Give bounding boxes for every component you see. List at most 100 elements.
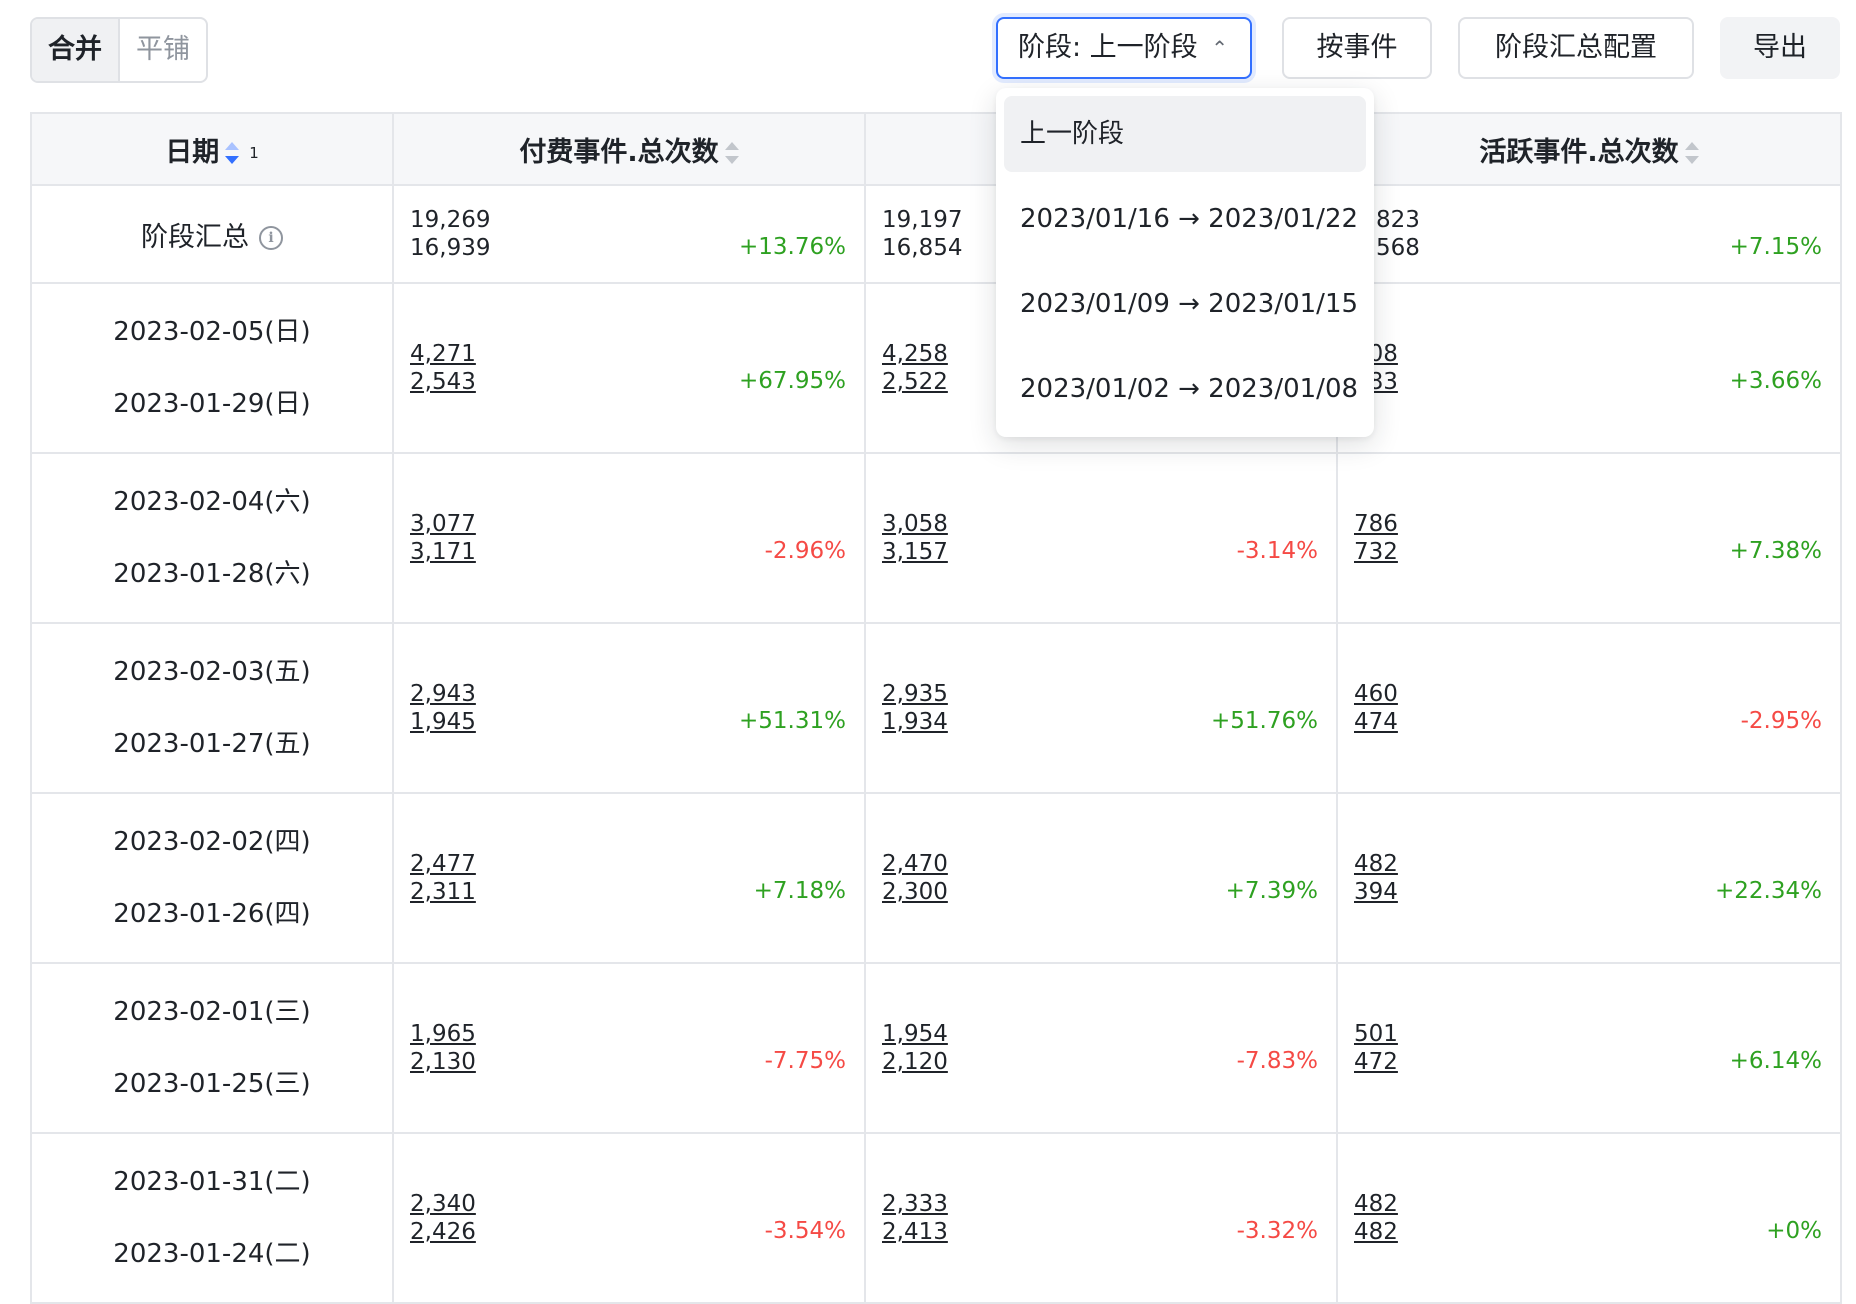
current-value: 19,269 xyxy=(410,207,491,233)
previous-value-link[interactable]: 732 xyxy=(1354,538,1398,566)
date-cell: 2023-02-01(三) 2023-01-25(三) xyxy=(30,962,394,1134)
value-cell: 2,477 2,311 +7.18% xyxy=(392,792,866,964)
value-cell: 482 482 +0% xyxy=(1336,1132,1842,1304)
stage-selector-label: 阶段: 上一阶段 xyxy=(1018,32,1198,63)
table-row: 2023-02-04(六) 2023-01-28(六) 3,077 3,171 -2.9… xyxy=(30,452,1842,624)
change-percent: +7.15% xyxy=(1729,234,1822,260)
current-value-link[interactable]: 3,058 xyxy=(882,510,948,538)
export-button[interactable]: 导出 xyxy=(1720,17,1840,79)
change-percent: +22.34% xyxy=(1715,878,1822,904)
current-value-link[interactable]: 2,943 xyxy=(410,680,476,708)
current-value-link[interactable]: 2,477 xyxy=(410,850,476,878)
previous-value-link[interactable]: 3,157 xyxy=(882,538,948,566)
previous-date: 2023-01-25(三) xyxy=(113,1069,311,1099)
sort-index: 1 xyxy=(249,144,259,162)
previous-value-link[interactable]: 3,171 xyxy=(410,538,476,566)
date-cell: 2023-01-31(二) 2023-01-24(二) xyxy=(30,1132,394,1304)
stage-option-range[interactable]: 2023/01/02 → 2023/01/08 xyxy=(1004,351,1366,427)
previous-value-link[interactable]: 2,130 xyxy=(410,1048,476,1076)
current-date: 2023-02-05(日) xyxy=(113,317,311,347)
current-value-link[interactable]: 2,333 xyxy=(882,1190,948,1218)
previous-date: 2023-01-26(四) xyxy=(113,899,311,929)
change-percent: -7.83% xyxy=(1236,1048,1318,1074)
previous-value-link[interactable]: 472 xyxy=(1354,1048,1398,1076)
current-value-link[interactable]: 1,965 xyxy=(410,1020,476,1048)
change-percent: +7.39% xyxy=(1225,878,1318,904)
current-value-link[interactable]: 482 xyxy=(1354,1190,1398,1218)
current-value-link[interactable]: 2,340 xyxy=(410,1190,476,1218)
change-percent: +3.66% xyxy=(1729,368,1822,394)
change-percent: -2.95% xyxy=(1740,708,1822,734)
value-cell: 1,965 2,130 -7.75% xyxy=(392,962,866,1134)
sort-icon[interactable] xyxy=(1684,140,1699,166)
previous-value-link[interactable]: 2,543 xyxy=(410,368,476,396)
value-cell: 786 732 +7.38% xyxy=(1336,452,1842,624)
date-cell: 2023-02-05(日) 2023-01-29(日) xyxy=(30,282,394,454)
previous-value-link[interactable]: 1,934 xyxy=(882,708,948,736)
previous-value-link[interactable]: 2,120 xyxy=(882,1048,948,1076)
previous-date: 2023-01-29(日) xyxy=(113,389,311,419)
stage-option-range[interactable]: 2023/01/16 → 2023/01/22 xyxy=(1004,181,1366,257)
previous-value: 16,854 xyxy=(882,235,963,261)
active-event-header[interactable]: 活跃事件.总次数 xyxy=(1336,112,1842,186)
previous-date: 2023-01-28(六) xyxy=(113,559,311,589)
view-mode-toggle: 合并 平铺 xyxy=(30,17,208,83)
previous-value-link[interactable]: 394 xyxy=(1354,878,1398,906)
value-cell: 2,340 2,426 -3.54% xyxy=(392,1132,866,1304)
previous-value-link[interactable]: 2,522 xyxy=(882,368,948,396)
previous-date: 2023-01-24(二) xyxy=(113,1239,311,1269)
merge-mode-button[interactable]: 合并 xyxy=(32,19,118,81)
previous-value-link[interactable]: 2,300 xyxy=(882,878,948,906)
previous-value-link[interactable]: 2,426 xyxy=(410,1218,476,1246)
change-percent: -3.54% xyxy=(764,1218,846,1244)
value-cell: 2,943 1,945 +51.31% xyxy=(392,622,866,794)
table-row: 2023-02-02(四) 2023-01-26(四) 2,477 2,311 +7.1… xyxy=(30,792,1842,964)
stage-config-button[interactable]: 阶段汇总配置 xyxy=(1458,17,1694,79)
change-percent: +6.14% xyxy=(1729,1048,1822,1074)
previous-value: 16,939 xyxy=(410,235,491,261)
summary-cell: 19,269 16,939 +13.76% xyxy=(392,184,866,284)
change-percent: +51.76% xyxy=(1211,708,1318,734)
current-value-link[interactable]: 4,271 xyxy=(410,340,476,368)
change-percent: -2.96% xyxy=(764,538,846,564)
value-cell: 3,077 3,171 -2.96% xyxy=(392,452,866,624)
stage-option-previous[interactable]: 上一阶段 xyxy=(1004,96,1366,172)
date-header[interactable]: 日期 1 xyxy=(30,112,394,186)
previous-value-link[interactable]: 2,311 xyxy=(410,878,476,906)
change-percent: -3.14% xyxy=(1236,538,1318,564)
paid-event-header[interactable]: 付费事件.总次数 xyxy=(392,112,866,186)
sort-icon[interactable] xyxy=(724,140,739,166)
table-row: 2023-02-05(日) 2023-01-29(日) 4,271 2,543 +67.… xyxy=(30,282,1842,454)
info-icon[interactable]: i xyxy=(259,226,283,250)
tile-mode-button[interactable]: 平铺 xyxy=(118,19,206,81)
sort-icon[interactable] xyxy=(225,140,240,166)
previous-value-link[interactable]: 482 xyxy=(1354,1218,1398,1246)
current-date: 2023-02-01(三) xyxy=(113,997,311,1027)
previous-value-link[interactable]: 2,413 xyxy=(882,1218,948,1246)
current-value-link[interactable]: 786 xyxy=(1354,510,1398,538)
current-value-link[interactable]: 3,077 xyxy=(410,510,476,538)
by-event-button[interactable]: 按事件 xyxy=(1282,17,1432,79)
summary-cell: 3,823 3,568 +7.15% xyxy=(1336,184,1842,284)
change-percent: +7.18% xyxy=(753,878,846,904)
current-value-link[interactable]: 2,470 xyxy=(882,850,948,878)
change-percent: -7.75% xyxy=(764,1048,846,1074)
current-value-link[interactable]: 501 xyxy=(1354,1020,1398,1048)
previous-date: 2023-01-27(五) xyxy=(113,729,311,759)
current-value-link[interactable]: 1,954 xyxy=(882,1020,948,1048)
value-cell: 4,271 2,543 +67.95% xyxy=(392,282,866,454)
current-value-link[interactable]: 2,935 xyxy=(882,680,948,708)
current-value-link[interactable]: 482 xyxy=(1354,850,1398,878)
previous-value-link[interactable]: 474 xyxy=(1354,708,1398,736)
previous-value-link[interactable]: 1,945 xyxy=(410,708,476,736)
value-cell: 708 683 +3.66% xyxy=(1336,282,1842,454)
current-value-link[interactable]: 4,258 xyxy=(882,340,948,368)
table-row: 2023-02-01(三) 2023-01-25(三) 1,965 2,130 -7.7… xyxy=(30,962,1842,1134)
current-value-link[interactable]: 460 xyxy=(1354,680,1398,708)
stage-option-range[interactable]: 2023/01/09 → 2023/01/15 xyxy=(1004,266,1366,342)
change-percent: +0% xyxy=(1766,1218,1822,1244)
stage-selector[interactable]: 阶段: 上一阶段 ⌃ xyxy=(996,17,1252,79)
value-cell: 3,058 3,157 -3.14% xyxy=(864,452,1338,624)
value-cell: 2,470 2,300 +7.39% xyxy=(864,792,1338,964)
change-percent: +7.38% xyxy=(1729,538,1822,564)
